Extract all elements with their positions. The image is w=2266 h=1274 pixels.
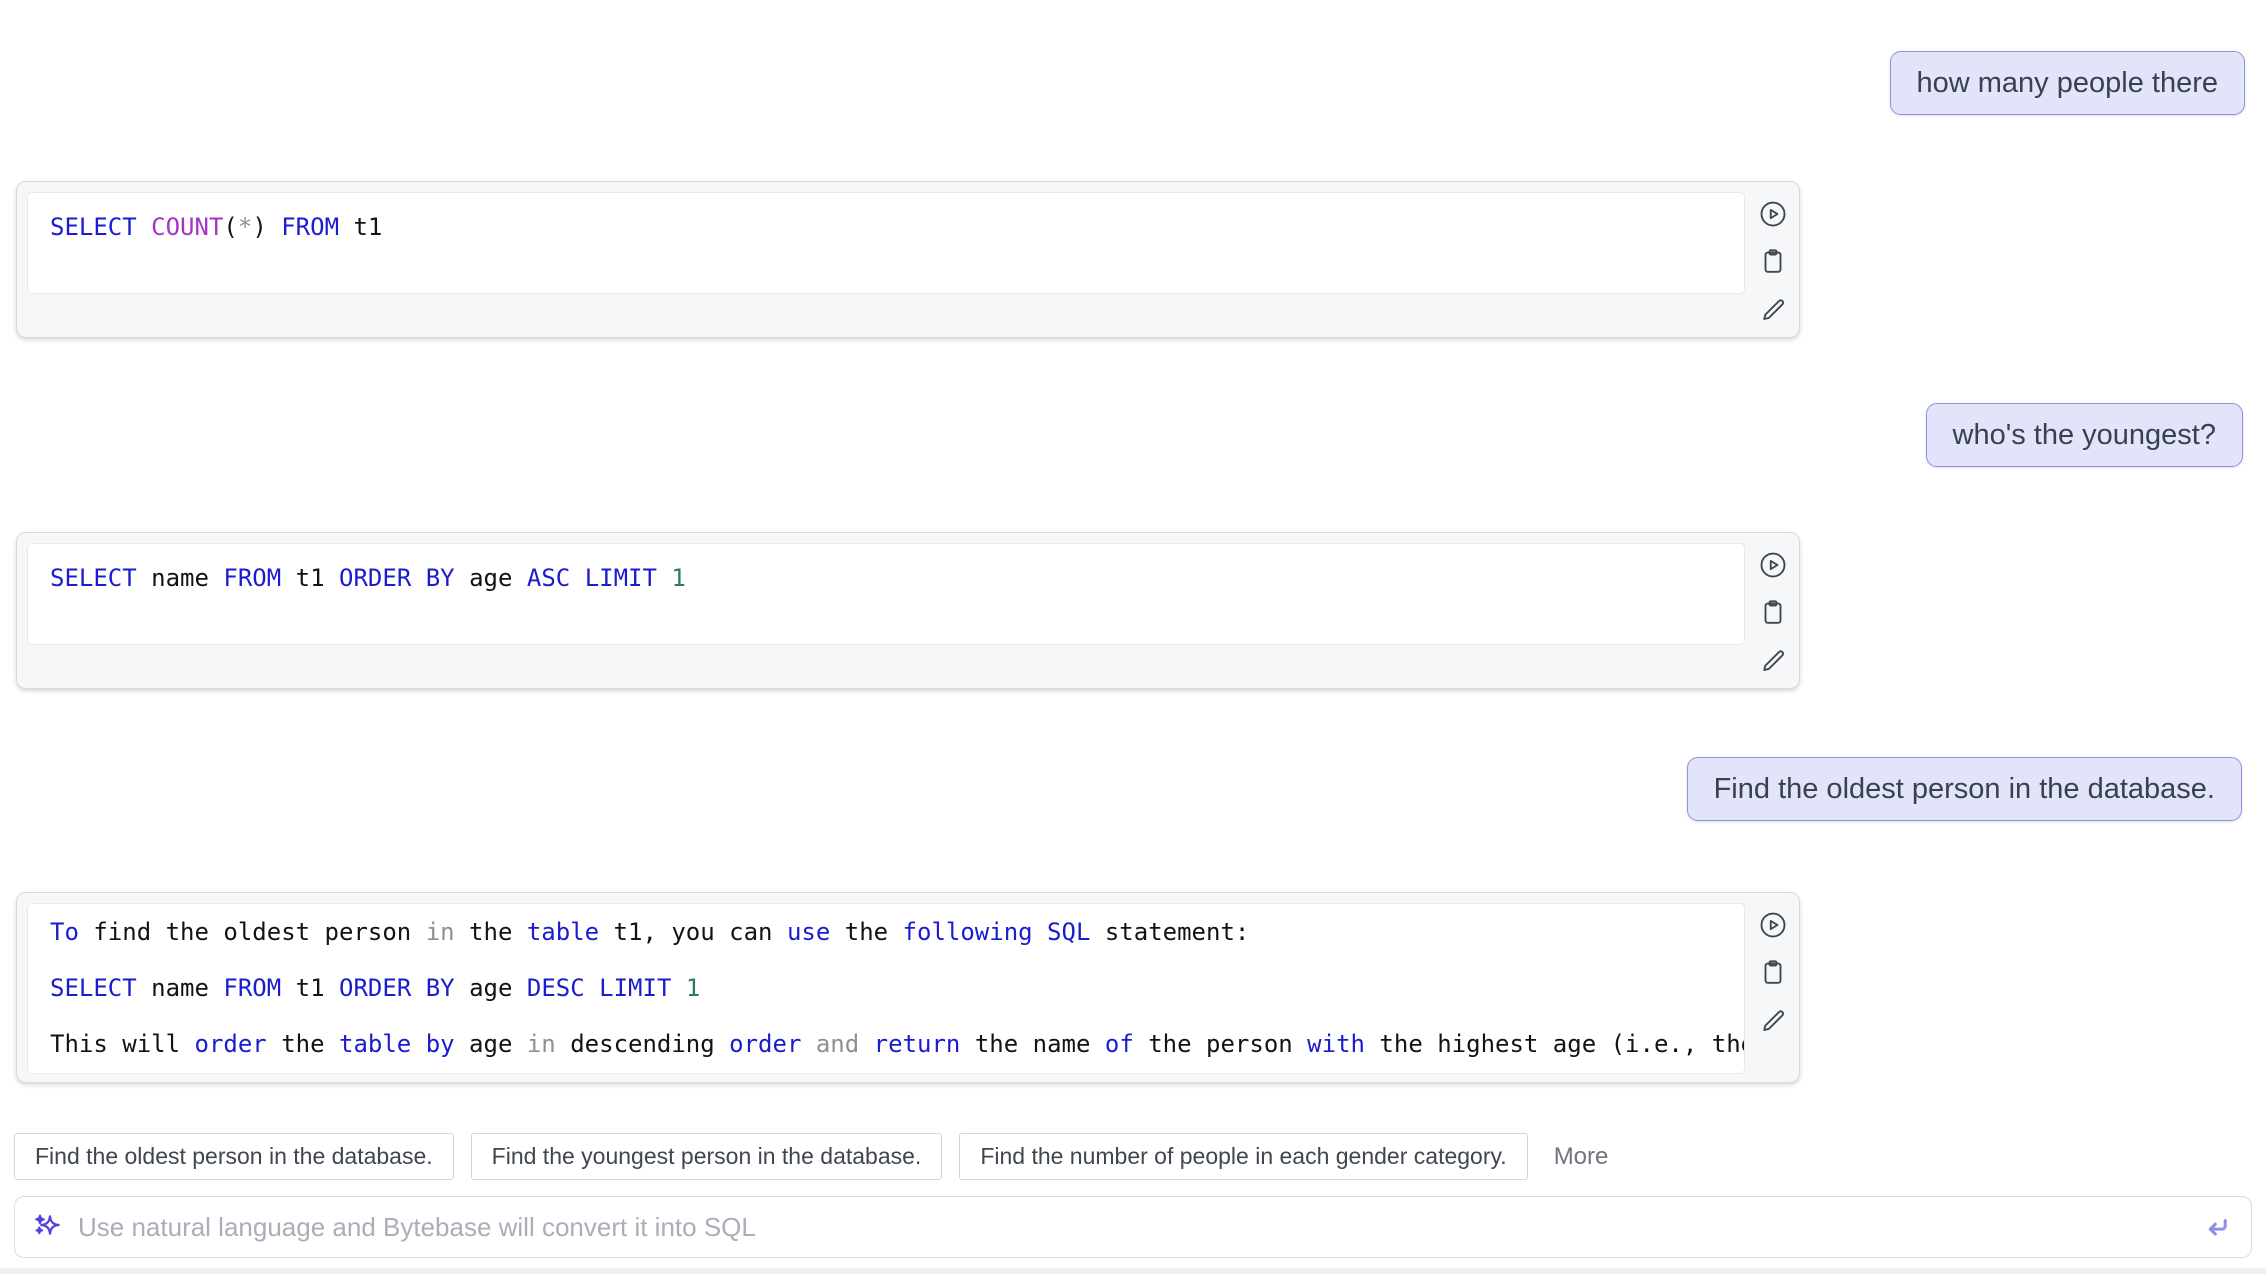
edit-sql-button[interactable] — [1758, 295, 1788, 325]
copy-sql-button[interactable] — [1758, 958, 1788, 988]
run-query-button[interactable] — [1758, 550, 1788, 580]
play-circle-icon — [1758, 550, 1788, 580]
play-circle-icon — [1758, 910, 1788, 940]
block-action-bar — [1758, 550, 1788, 676]
user-message-text: who's the youngest? — [1953, 419, 2217, 452]
user-message-bubble: Find the oldest person in the database. — [1687, 757, 2242, 821]
user-message-text: how many people there — [1917, 67, 2218, 100]
sql-code-line: To find the oldest person in the table t… — [50, 904, 1744, 960]
block-action-bar — [1758, 199, 1788, 325]
user-message-text: Find the oldest person in the database. — [1714, 773, 2215, 806]
sql-code: SELECT name FROM t1 ORDER BY age ASC LIM… — [27, 543, 1745, 645]
suggestion-chip[interactable]: Find the youngest person in the database… — [471, 1133, 943, 1180]
pencil-icon — [1758, 1006, 1788, 1036]
pencil-icon — [1758, 646, 1788, 676]
clipboard-icon — [1758, 247, 1788, 277]
sql-code-line: SELECT name FROM t1 ORDER BY age ASC LIM… — [50, 550, 1744, 606]
user-message-bubble: how many people there — [1890, 51, 2245, 115]
sql-code-line: SELECT name FROM t1 ORDER BY age DESC LI… — [50, 960, 1744, 1016]
run-query-button[interactable] — [1758, 910, 1788, 940]
sql-response-block: To find the oldest person in the table t… — [16, 892, 1800, 1083]
suggestion-chip[interactable]: Find the number of people in each gender… — [959, 1133, 1527, 1180]
sql-code: To find the oldest person in the table t… — [27, 903, 1745, 1074]
clipboard-icon — [1758, 598, 1788, 628]
natural-language-input[interactable] — [76, 1211, 2199, 1244]
suggestion-chip[interactable]: Find the oldest person in the database. — [14, 1133, 454, 1180]
sql-response-block: SELECT name FROM t1 ORDER BY age ASC LIM… — [16, 532, 1800, 689]
run-query-button[interactable] — [1758, 199, 1788, 229]
submit-prompt-button[interactable] — [2199, 1210, 2233, 1244]
sql-chat-panel: how many people there SELECT COUNT(*) FR… — [0, 0, 2266, 1274]
sql-code-line: SELECT COUNT(*) FROM t1 — [50, 199, 1744, 255]
copy-sql-button[interactable] — [1758, 247, 1788, 277]
sql-code-line: This will order the table by age in desc… — [50, 1016, 1744, 1072]
play-circle-icon — [1758, 199, 1788, 229]
user-message-bubble: who's the youngest? — [1926, 403, 2244, 467]
prompt-input-bar — [14, 1196, 2252, 1258]
clipboard-icon — [1758, 958, 1788, 988]
block-action-bar — [1758, 910, 1788, 1036]
edit-sql-button[interactable] — [1758, 646, 1788, 676]
bottom-divider — [0, 1268, 2266, 1274]
return-arrow-icon — [2199, 1210, 2233, 1244]
pencil-icon — [1758, 295, 1788, 325]
edit-sql-button[interactable] — [1758, 1006, 1788, 1036]
more-suggestions-link[interactable]: More — [1554, 1143, 1609, 1171]
suggestion-chips-row: Find the oldest person in the database. … — [14, 1133, 1608, 1180]
ai-sparkles-icon — [32, 1211, 64, 1243]
copy-sql-button[interactable] — [1758, 598, 1788, 628]
sql-code: SELECT COUNT(*) FROM t1 — [27, 192, 1745, 294]
sql-response-block: SELECT COUNT(*) FROM t1 — [16, 181, 1800, 338]
